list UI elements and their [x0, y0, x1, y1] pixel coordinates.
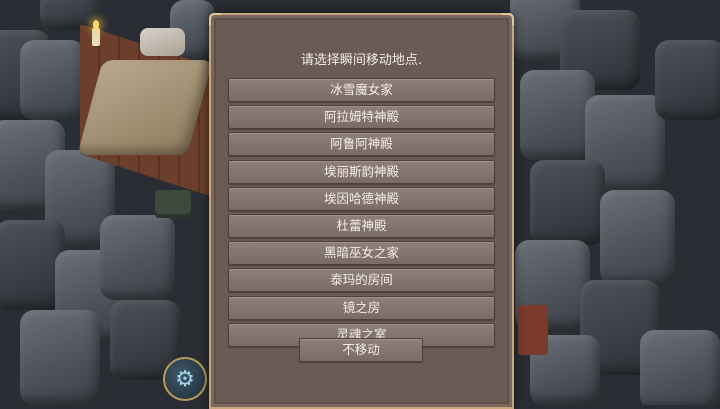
destination-button-einhard-temple[interactable]: 埃因哈德神殿 — [228, 186, 495, 211]
destination-button-arua-temple[interactable]: 阿鲁阿神殿 — [228, 132, 495, 157]
rock-pillar — [600, 190, 675, 285]
red-banner — [518, 305, 548, 355]
destination-list: 冰雪魔女家 阿拉姆特神殿 阿鲁阿神殿 埃丽斯韵神殿 埃因哈德神殿 杜蕾神殿 黑暗… — [228, 78, 495, 350]
dialog-prompt: 请选择瞬间移动地点. — [300, 53, 423, 68]
destination-button-dulei-temple[interactable]: 杜蕾神殿 — [228, 213, 495, 238]
pillow — [140, 28, 185, 56]
rock-pillar — [100, 215, 175, 300]
settings-gear-button[interactable]: ⚙ — [163, 357, 207, 401]
rock-pillar — [640, 330, 720, 405]
rock-pillar — [655, 40, 720, 120]
candle — [92, 28, 100, 46]
rock-pillar — [20, 310, 100, 405]
cancel-button[interactable]: 不移动 — [299, 338, 423, 362]
destination-button-elisyun-temple[interactable]: 埃丽斯韵神殿 — [228, 159, 495, 184]
chest — [155, 190, 191, 218]
destination-button-taima-room[interactable]: 泰玛的房间 — [228, 268, 495, 293]
panel-corner-ornament — [209, 13, 221, 25]
rock-pillar — [520, 70, 595, 160]
destination-button-mirror-room[interactable]: 镜之房 — [228, 295, 495, 320]
rock-pillar — [20, 40, 85, 120]
candle-flame — [93, 20, 99, 29]
rock-pillar — [40, 0, 100, 30]
gear-icon: ⚙ — [175, 366, 195, 392]
destination-button-dark-priestess-house[interactable]: 黑暗巫女之家 — [228, 241, 495, 266]
teleport-dialog: 请选择瞬间移动地点. 冰雪魔女家 阿拉姆特神殿 阿鲁阿神殿 埃丽斯韵神殿 埃因哈… — [209, 13, 514, 409]
panel-corner-ornament — [502, 13, 514, 25]
destination-button-ice-witch-house[interactable]: 冰雪魔女家 — [228, 78, 495, 102]
rock-pillar — [530, 160, 605, 245]
destination-button-aramut-temple[interactable]: 阿拉姆特神殿 — [228, 105, 495, 130]
